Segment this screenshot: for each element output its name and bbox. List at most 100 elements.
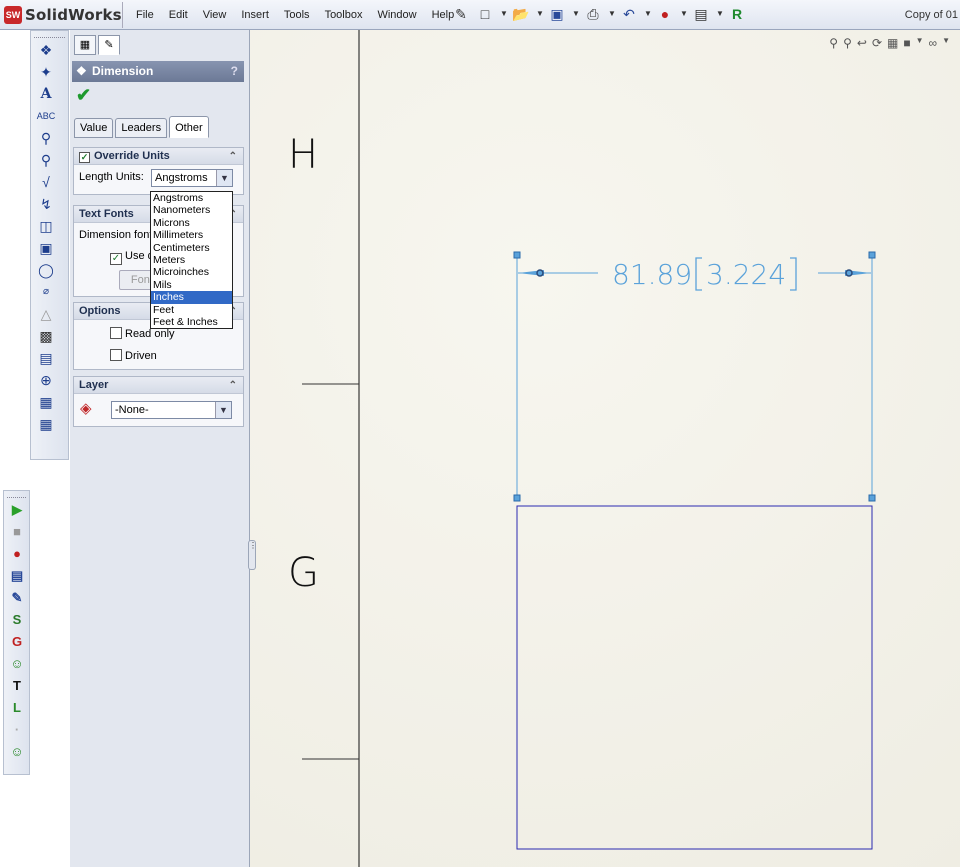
unit-option-microns[interactable]: Microns [151, 217, 232, 229]
tab-value[interactable]: Value [74, 118, 114, 138]
unit-option-feet-inches[interactable]: Feet & Inches [151, 316, 232, 328]
feature-manager-tab-icon[interactable]: ▦ [74, 35, 96, 55]
driven-option[interactable]: Driven [110, 349, 157, 362]
length-units-select[interactable]: Angstroms ▼ [151, 169, 233, 187]
chevron-down-icon[interactable]: ▼ [216, 170, 232, 186]
display-style-icon[interactable]: ■ [903, 36, 910, 50]
note-icon[interactable]: A [36, 84, 56, 104]
edit-macro-icon[interactable]: ✎ [7, 588, 27, 608]
tab-other[interactable]: Other [169, 116, 209, 138]
print-icon[interactable]: ⎙ [584, 5, 602, 23]
menu-view[interactable]: View [203, 9, 227, 21]
dropdown-arrow-icon[interactable]: ▼ [680, 5, 688, 23]
smart-dimension-icon[interactable]: ❖ [36, 40, 56, 60]
unit-option-nanometers[interactable]: Nanometers [151, 204, 232, 216]
menu-window[interactable]: Window [377, 9, 416, 21]
drawing-canvas[interactable]: H G 81.89 3.224 ⚲ ⚲ ↩ ⟳ ▦ ■ ▼ ∞ ▼ [250, 30, 960, 867]
grip-handle[interactable] [868, 494, 876, 502]
surface-finish-icon[interactable]: √ [36, 172, 56, 192]
model-items-icon[interactable]: ✦ [36, 62, 56, 82]
section-view-icon[interactable]: ▦ [887, 36, 898, 50]
dropdown-arrow-icon[interactable]: ▼ [500, 5, 508, 23]
rebuild-traffic-light-icon[interactable]: ● [656, 5, 674, 23]
dropdown-arrow-icon[interactable]: ▼ [716, 5, 724, 23]
dropdown-arrow-icon[interactable]: ▼ [536, 5, 544, 23]
t-macro-icon[interactable]: T [7, 676, 27, 696]
r-icon[interactable]: R [728, 5, 746, 23]
zoom-area-icon[interactable]: ⚲ [843, 36, 852, 50]
read-only-checkbox[interactable] [110, 327, 122, 339]
s-macro-icon[interactable]: S [7, 610, 27, 630]
panel-splitter-handle[interactable]: ⋮ [248, 540, 257, 570]
toolbar-grip[interactable] [34, 33, 65, 38]
zoom-to-fit-icon[interactable]: ⚲ [829, 36, 838, 50]
area-hatch-icon[interactable]: ▩ [36, 326, 56, 346]
geometric-tolerance-icon[interactable]: ◫ [36, 216, 56, 236]
override-units-header[interactable]: ✓ Override Units ⌃ [74, 148, 243, 165]
dropdown-arrow-icon[interactable]: ▼ [608, 5, 616, 23]
arrowhead-left-icon[interactable] [518, 270, 544, 276]
unit-option-mils[interactable]: Mils [151, 279, 232, 291]
toolbar-grip[interactable] [7, 493, 26, 498]
menu-insert[interactable]: Insert [241, 9, 269, 21]
centerline-icon[interactable]: ▦ [36, 392, 56, 412]
property-manager-tab-icon[interactable]: ✎ [98, 35, 120, 55]
override-units-checkbox[interactable]: ✓ [79, 152, 90, 163]
spell-check-icon[interactable]: ABC [36, 106, 56, 126]
new-document-icon[interactable]: □ [476, 5, 494, 23]
unit-option-inches[interactable]: Inches [151, 291, 232, 304]
dropdown-arrow-icon[interactable]: ▼ [942, 36, 950, 50]
grip-handle[interactable] [513, 251, 521, 259]
chevron-down-icon[interactable]: ▼ [215, 402, 231, 418]
dropdown-arrow-icon[interactable]: ▼ [644, 5, 652, 23]
collapse-chevron-icon[interactable]: ⌃ [229, 377, 237, 394]
use-document-font-checkbox[interactable]: ✓ [110, 253, 122, 265]
menu-help[interactable]: Help [432, 9, 455, 21]
ok-check-icon[interactable]: ✔ [76, 85, 91, 106]
undo-icon[interactable]: ↶ [620, 5, 638, 23]
open-folder-icon[interactable]: 📂 [512, 5, 530, 23]
record-macro-icon[interactable]: ● [7, 544, 27, 564]
dimension-secondary-value[interactable]: 3.224 [706, 258, 786, 291]
run-macro-icon[interactable]: ▶ [7, 500, 27, 520]
user-run-icon[interactable]: ☺ [7, 742, 27, 762]
weld-symbol-icon[interactable]: ↯ [36, 194, 56, 214]
layer-select[interactable]: -None- ▼ [111, 401, 232, 419]
new-macro-icon[interactable]: ▤ [7, 566, 27, 586]
datum-feature-icon[interactable]: ▣ [36, 238, 56, 258]
unit-option-microinches[interactable]: Microinches [151, 266, 232, 278]
drawing-rectangle[interactable] [516, 505, 873, 850]
pin-icon[interactable]: ✎ [452, 5, 470, 23]
unit-option-meters[interactable]: Meters [151, 254, 232, 266]
menu-file[interactable]: File [136, 9, 154, 21]
rotate-view-icon[interactable]: ⟳ [872, 36, 882, 50]
collapse-chevron-icon[interactable]: ⌃ [229, 148, 237, 165]
g-macro-icon[interactable]: G [7, 632, 27, 652]
grip-handle[interactable] [868, 251, 876, 259]
grip-handle[interactable] [513, 494, 521, 502]
arrowhead-right-icon[interactable] [845, 270, 871, 276]
dimension-primary-value[interactable]: 81.89 [612, 258, 692, 291]
dropdown-arrow-icon[interactable]: ▼ [916, 36, 924, 50]
layer-header[interactable]: Layer ⌃ [74, 377, 243, 394]
balloon-icon[interactable]: ⚲ [36, 128, 56, 148]
center-mark-icon[interactable]: ⊕ [36, 370, 56, 390]
unit-option-angstroms[interactable]: Angstroms [151, 192, 232, 204]
dropdown-arrow-icon[interactable]: ▼ [572, 5, 580, 23]
hide-show-icon[interactable]: ∞ [929, 36, 938, 50]
l-macro-icon[interactable]: L [7, 698, 27, 718]
save-icon[interactable]: ▣ [548, 5, 566, 23]
unit-option-centimeters[interactable]: Centimeters [151, 242, 232, 254]
solidworks-logo[interactable]: SW SolidWorks [4, 5, 122, 25]
datum-target-icon[interactable]: ◯ [36, 260, 56, 280]
stop-macro-icon[interactable]: ■ [7, 522, 27, 542]
driven-checkbox[interactable] [110, 349, 122, 361]
options-icon[interactable]: ▤ [692, 5, 710, 23]
previous-view-icon[interactable]: ↩ [857, 36, 867, 50]
unit-option-feet[interactable]: Feet [151, 304, 232, 316]
drawing-sheet[interactable]: H G 81.89 3.224 [250, 30, 960, 867]
user-macro-icon[interactable]: ☺ [7, 654, 27, 674]
menu-edit[interactable]: Edit [169, 9, 188, 21]
block-icon[interactable]: ▤ [36, 348, 56, 368]
table-icon[interactable]: ▦ [36, 414, 56, 434]
